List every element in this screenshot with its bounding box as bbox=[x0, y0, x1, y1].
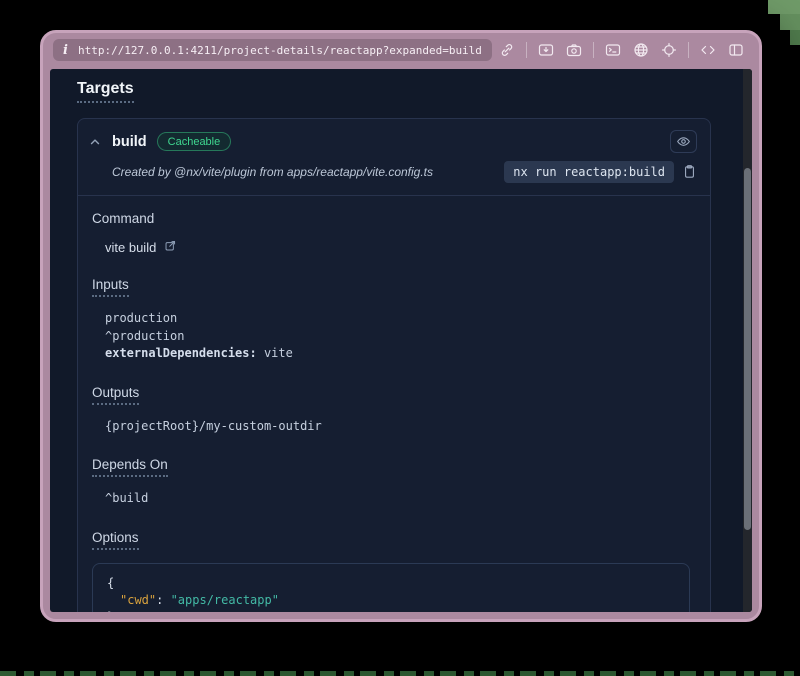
screen: i http://127.0.0.1:4211/project-details/… bbox=[0, 0, 800, 676]
code-line: { bbox=[107, 575, 675, 592]
open-window-icon[interactable] bbox=[537, 41, 555, 59]
scrollbar-track[interactable] bbox=[743, 69, 752, 612]
globe-icon[interactable] bbox=[632, 41, 650, 59]
toolbar-divider bbox=[593, 42, 594, 58]
background-fragment-dashes bbox=[0, 671, 800, 676]
depends-on-item: ^build bbox=[105, 490, 690, 508]
terminal-icon[interactable] bbox=[604, 41, 622, 59]
target-name: build bbox=[112, 134, 147, 150]
run-command-pill: nx run reactapp:build bbox=[504, 161, 674, 183]
split-panel-icon[interactable] bbox=[727, 41, 745, 59]
outputs-list: {projectRoot}/my-custom-outdir bbox=[105, 418, 690, 436]
scrollbar-thumb[interactable] bbox=[744, 168, 751, 530]
input-item: externalDependencies: vite bbox=[105, 345, 690, 363]
build-card-body: Command vite build Inputs production ^pr… bbox=[78, 196, 710, 612]
input-item: ^production bbox=[105, 328, 690, 346]
target-icon[interactable] bbox=[660, 41, 678, 59]
browser-window: i http://127.0.0.1:4211/project-details/… bbox=[40, 30, 762, 622]
info-icon: i bbox=[63, 43, 68, 58]
command-value: vite build bbox=[105, 239, 690, 255]
page-title: Targets bbox=[77, 69, 752, 103]
outputs-label[interactable]: Outputs bbox=[92, 385, 690, 405]
eye-button[interactable] bbox=[670, 130, 697, 153]
toolbar-actions bbox=[498, 41, 749, 59]
inputs-label[interactable]: Inputs bbox=[92, 277, 690, 297]
created-by-text: Created by @nx/vite/plugin from apps/rea… bbox=[112, 165, 433, 179]
background-fragment bbox=[780, 14, 800, 30]
created-by-row: Created by @nx/vite/plugin from apps/rea… bbox=[78, 155, 710, 195]
inputs-list: production ^production externalDependenc… bbox=[105, 310, 690, 363]
options-label[interactable]: Options bbox=[92, 530, 690, 550]
background-fragment bbox=[768, 0, 800, 14]
code-line: "cwd": "apps/reactapp" bbox=[107, 592, 675, 609]
browser-toolbar: i http://127.0.0.1:4211/project-details/… bbox=[43, 33, 759, 67]
input-item: production bbox=[105, 310, 690, 328]
target-card-build: build Cacheable Created by @nx/vite/plug… bbox=[77, 118, 711, 612]
output-item: {projectRoot}/my-custom-outdir bbox=[105, 418, 690, 436]
command-label: Command bbox=[92, 211, 690, 226]
copy-icon[interactable] bbox=[682, 164, 698, 180]
run-command-group: nx run reactapp:build bbox=[504, 161, 698, 183]
depends-on-label[interactable]: Depends On bbox=[92, 457, 690, 477]
code-icon[interactable] bbox=[699, 41, 717, 59]
options-code-block: { "cwd": "apps/reactapp" } bbox=[92, 563, 690, 613]
background-fragment bbox=[790, 30, 800, 45]
link-icon[interactable] bbox=[498, 41, 516, 59]
url-bar[interactable]: i http://127.0.0.1:4211/project-details/… bbox=[53, 39, 492, 61]
camera-icon[interactable] bbox=[565, 41, 583, 59]
external-link-icon[interactable] bbox=[164, 239, 177, 255]
cacheable-badge: Cacheable bbox=[157, 132, 232, 151]
toolbar-divider bbox=[688, 42, 689, 58]
url-text: http://127.0.0.1:4211/project-details/re… bbox=[78, 44, 482, 57]
page-viewport: Targets build Cacheable Created by @nx/v… bbox=[50, 69, 752, 612]
toolbar-divider bbox=[526, 42, 527, 58]
code-line: } bbox=[107, 609, 675, 613]
build-card-header[interactable]: build Cacheable bbox=[78, 119, 710, 155]
chevron-up-icon[interactable] bbox=[88, 135, 102, 149]
depends-on-list: ^build bbox=[105, 490, 690, 508]
